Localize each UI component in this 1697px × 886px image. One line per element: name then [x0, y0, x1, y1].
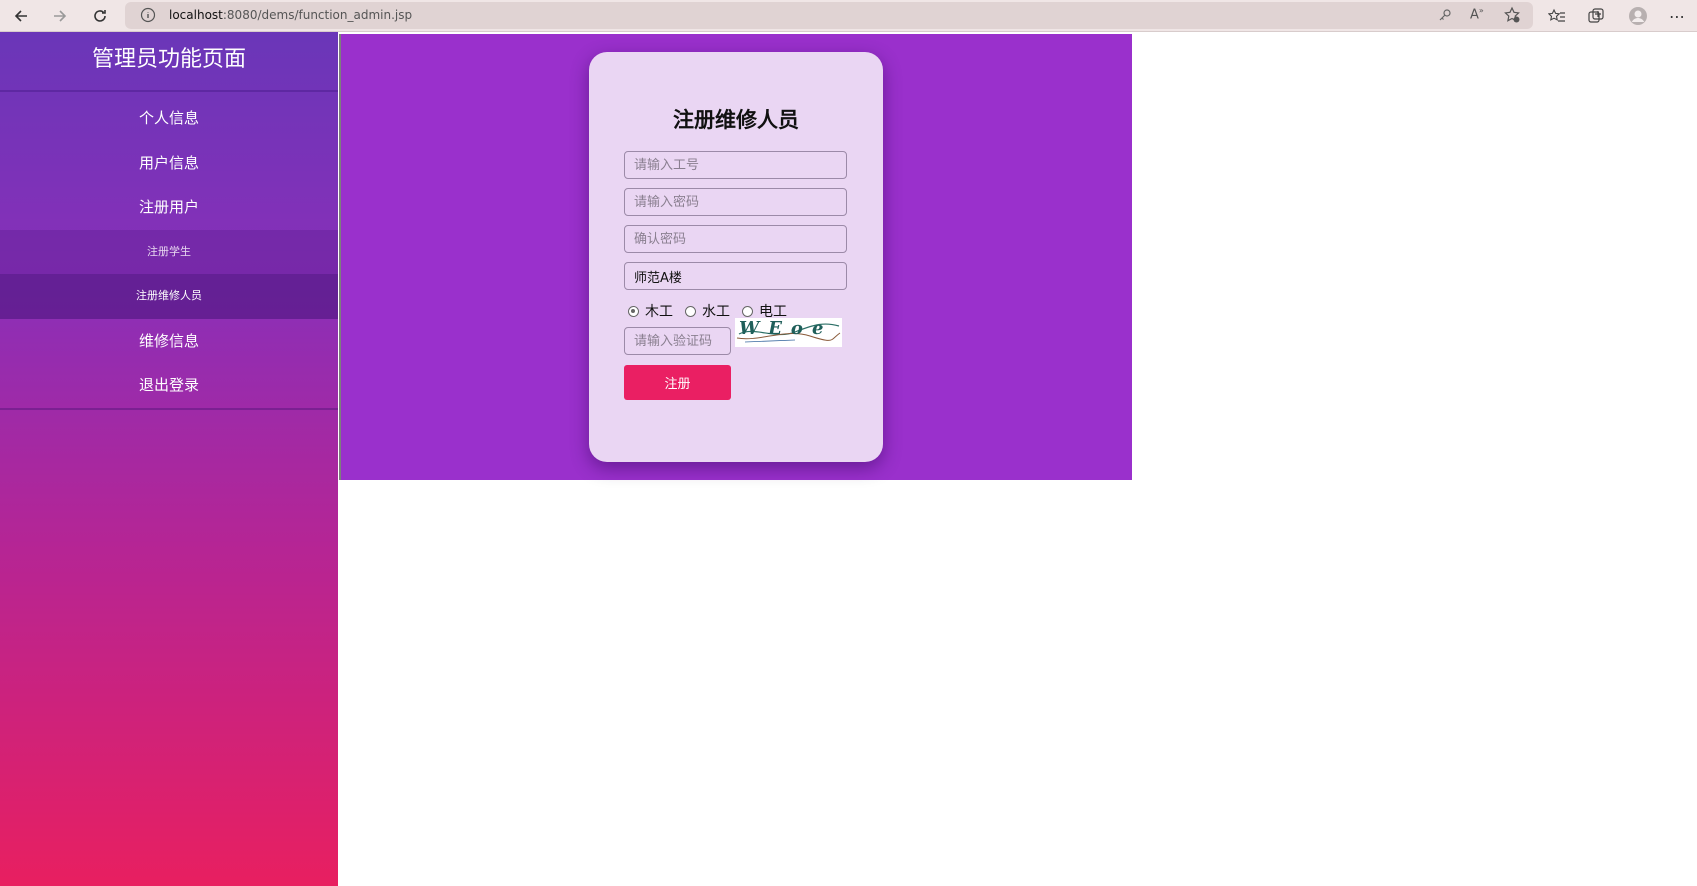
radio-electrician[interactable] [742, 305, 753, 317]
profile-avatar-icon[interactable] [1626, 4, 1650, 28]
sidebar-item-register-student[interactable]: 注册学生 [0, 229, 338, 274]
back-icon[interactable] [9, 4, 33, 28]
captcha-text: WEoe [739, 318, 833, 339]
url-path: :8080/dems/function_admin.jsp [222, 8, 413, 22]
sidebar-item-repair-info[interactable]: 维修信息 [0, 319, 338, 364]
more-menu-icon[interactable]: ⋯ [1665, 4, 1689, 28]
browser-toolbar: localhost:8080/dems/function_admin.jsp A… [0, 0, 1697, 32]
password-input[interactable] [624, 188, 847, 216]
forward-icon[interactable] [48, 4, 72, 28]
form-title: 注册维修人员 [673, 108, 799, 132]
content-frame: 注册维修人员 木工 水工 电工 WEoe 注册 [339, 34, 1132, 480]
confirm-password-input[interactable] [624, 225, 847, 253]
reload-icon[interactable] [88, 4, 112, 28]
sidebar-item-register-repairman[interactable]: 注册维修人员 [0, 274, 338, 319]
url-host: localhost [169, 8, 223, 22]
sidebar-item-logout[interactable]: 退出登录 [0, 363, 338, 408]
url-text: localhost:8080/dems/function_admin.jsp [169, 8, 412, 22]
radio-carpenter-label: 木工 [645, 304, 673, 320]
radio-plumber[interactable] [685, 305, 696, 317]
favorites-icon[interactable] [1545, 4, 1569, 28]
address-bar[interactable]: localhost:8080/dems/function_admin.jsp A… [125, 2, 1533, 29]
register-card: 注册维修人员 木工 水工 电工 WEoe 注册 [589, 52, 883, 462]
collections-icon[interactable] [1584, 4, 1608, 28]
captcha-input[interactable] [624, 327, 731, 355]
employee-id-input[interactable] [624, 151, 847, 179]
favorite-add-icon[interactable] [1503, 6, 1521, 28]
building-input[interactable] [624, 262, 847, 290]
sidebar-item-personal-info[interactable]: 个人信息 [0, 96, 338, 141]
sidebar: 管理员功能页面 个人信息 用户信息 注册用户 注册学生 注册维修人员 维修信息 … [0, 32, 338, 886]
site-info-icon[interactable] [140, 7, 156, 27]
register-button[interactable]: 注册 [624, 365, 731, 400]
key-icon[interactable] [1437, 7, 1453, 27]
radio-carpenter[interactable] [628, 305, 639, 317]
read-aloud-icon[interactable]: A» [1470, 6, 1484, 22]
sidebar-item-register-user[interactable]: 注册用户 [0, 185, 338, 230]
sidebar-item-user-info[interactable]: 用户信息 [0, 141, 338, 186]
sidebar-menu: 个人信息 用户信息 注册用户 注册学生 注册维修人员 维修信息 退出登录 [0, 96, 338, 410]
radio-plumber-label: 水工 [702, 304, 730, 320]
sidebar-title: 管理员功能页面 [0, 32, 338, 92]
captcha-image[interactable]: WEoe [735, 318, 842, 347]
